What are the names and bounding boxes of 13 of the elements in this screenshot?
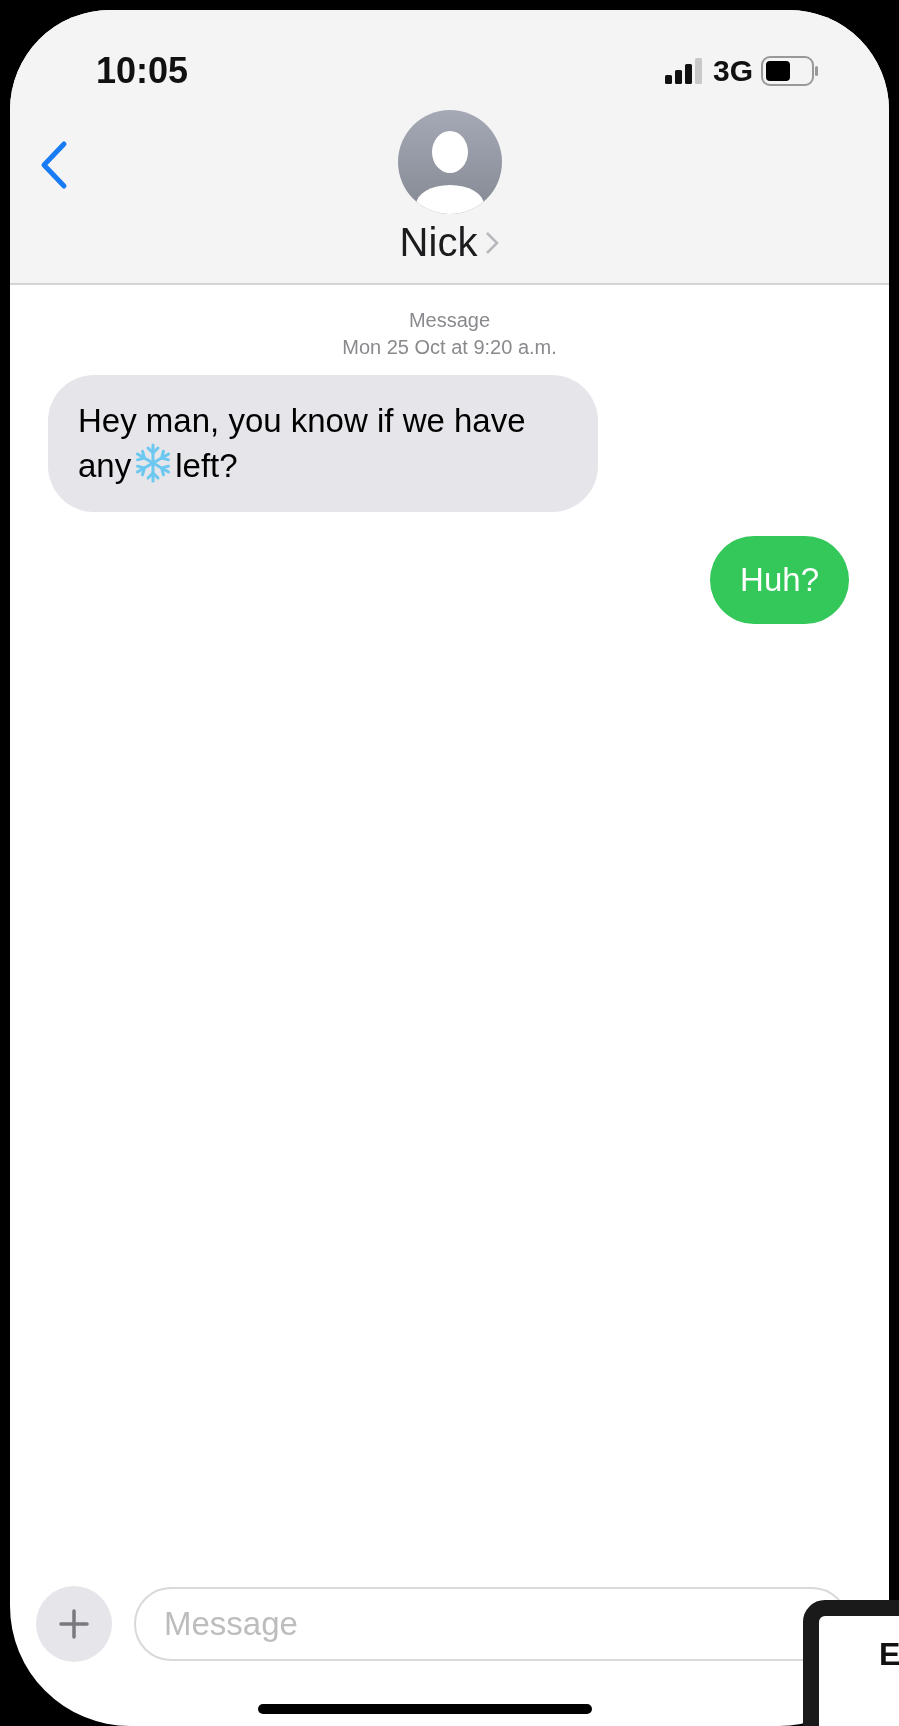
timestamp: Mon 25 Oct at 9:20 a.m. (342, 335, 557, 360)
sent-message-bubble: Huh? (710, 536, 849, 624)
service-label: Message (408, 308, 491, 333)
card-text: E (879, 1636, 899, 1672)
status-time: 10:05 (96, 50, 189, 92)
network-label: 3G (712, 54, 753, 88)
plus-icon (57, 1607, 91, 1641)
contact-name[interactable]: Nick (399, 220, 500, 265)
avatar-icon[interactable] (397, 110, 502, 214)
battery-icon (761, 56, 819, 86)
received-message-bubble: Hey man, you know if we have any left? (48, 375, 598, 512)
signal-icon (664, 58, 705, 84)
chevron-icon (485, 230, 500, 255)
